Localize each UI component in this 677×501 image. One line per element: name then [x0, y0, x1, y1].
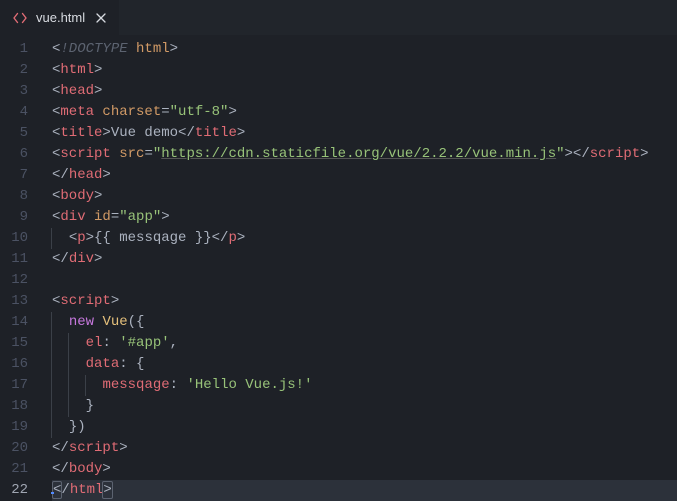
line-number: 22	[0, 480, 28, 501]
line-number-gutter: 12345678910111213141516171819202122	[0, 39, 46, 500]
code-line[interactable]: <body>	[52, 186, 677, 207]
line-number: 14	[0, 312, 28, 333]
line-number: 4	[0, 102, 28, 123]
code-icon	[12, 10, 28, 26]
code-line[interactable]: messqage: 'Hello Vue.js!'	[52, 375, 677, 396]
code-line[interactable]: new Vue({	[52, 312, 677, 333]
line-number: 9	[0, 207, 28, 228]
code-line[interactable]: data: {	[52, 354, 677, 375]
code-line[interactable]	[52, 270, 677, 291]
tab-label: vue.html	[36, 10, 85, 25]
line-number: 3	[0, 81, 28, 102]
code-line[interactable]: </body>	[52, 459, 677, 480]
code-line[interactable]: <script>	[52, 291, 677, 312]
close-icon[interactable]	[93, 10, 109, 26]
code-line[interactable]: </head>	[52, 165, 677, 186]
line-number: 13	[0, 291, 28, 312]
code-line[interactable]: <title>Vue demo</title>	[52, 123, 677, 144]
code-line[interactable]: <head>	[52, 81, 677, 102]
line-number: 7	[0, 165, 28, 186]
line-number: 20	[0, 438, 28, 459]
code-line[interactable]: el: '#app',	[52, 333, 677, 354]
line-number: 17	[0, 375, 28, 396]
code-line[interactable]: })	[52, 417, 677, 438]
line-number: 12	[0, 270, 28, 291]
line-number: 16	[0, 354, 28, 375]
code-line[interactable]: <!DOCTYPE html>	[52, 39, 677, 60]
line-number: 1	[0, 39, 28, 60]
code-line[interactable]: }	[52, 396, 677, 417]
line-number: 2	[0, 60, 28, 81]
code-line[interactable]: </div>	[52, 249, 677, 270]
code-line[interactable]: <div id="app">	[52, 207, 677, 228]
code-line[interactable]: <p>{{ messqage }}</p>	[52, 228, 677, 249]
line-number: 19	[0, 417, 28, 438]
line-number: 15	[0, 333, 28, 354]
line-number: 11	[0, 249, 28, 270]
line-number: 21	[0, 459, 28, 480]
line-number: 10	[0, 228, 28, 249]
tab-bar: vue.html	[0, 0, 677, 35]
line-number: 5	[0, 123, 28, 144]
tab-vue-html[interactable]: vue.html	[0, 0, 119, 35]
line-number: 8	[0, 186, 28, 207]
line-number: 18	[0, 396, 28, 417]
code-line[interactable]: <html>	[52, 60, 677, 81]
code-line[interactable]: </html>	[52, 480, 677, 501]
code-line[interactable]: <script src="https://cdn.staticfile.org/…	[52, 144, 677, 165]
code-line[interactable]: </script>	[52, 438, 677, 459]
code-line[interactable]: <meta charset="utf-8">	[52, 102, 677, 123]
code-content[interactable]: <!DOCTYPE html><html><head><meta charset…	[46, 39, 677, 500]
line-number: 6	[0, 144, 28, 165]
code-editor[interactable]: 12345678910111213141516171819202122 <!DO…	[0, 35, 677, 500]
